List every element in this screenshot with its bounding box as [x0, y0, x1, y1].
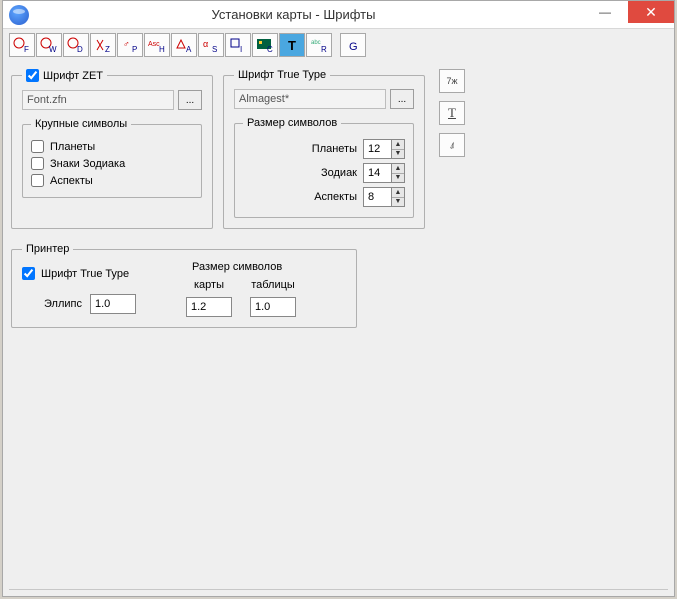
- label-ellipse: Эллипс: [44, 298, 82, 310]
- spinner-planets[interactable]: ▲▼: [363, 139, 405, 159]
- input-tt-font[interactable]: [234, 89, 386, 109]
- input-zet-font[interactable]: [22, 90, 174, 110]
- window-buttons: — ✕: [582, 1, 674, 28]
- toolbar-btn-2[interactable]: W: [36, 33, 62, 57]
- side-btn-1[interactable]: 7ж: [439, 69, 465, 93]
- side-buttons: 7ж T ⍋: [439, 69, 465, 229]
- label-printer-size-header: Размер символов: [192, 261, 282, 273]
- spinner-planets-up[interactable]: ▲: [392, 140, 404, 150]
- checkbox-zodiac[interactable]: [31, 157, 44, 170]
- input-table[interactable]: [250, 297, 296, 317]
- label-zodiac: Знаки Зодиака: [50, 158, 125, 170]
- toolbar-btn-1[interactable]: F: [9, 33, 35, 57]
- group-font-truetype: Шрифт True Type ... Размер символов План…: [223, 69, 425, 229]
- svg-text:F: F: [24, 45, 29, 54]
- input-karta[interactable]: [186, 297, 232, 317]
- content-area: Шрифт ZET ... Крупные символы Планеты Зн…: [3, 61, 674, 336]
- group-size-symbols: Размер символов Планеты ▲▼ Зодиак ▲▼: [234, 117, 414, 218]
- input-size-aspects[interactable]: [363, 187, 391, 207]
- svg-text:A: A: [186, 45, 192, 54]
- label-size-zodiac: Зодиак: [321, 167, 357, 179]
- legend-large-symbols: Крупные символы: [31, 118, 131, 130]
- toolbar-btn-text-active[interactable]: T: [279, 33, 305, 57]
- svg-text:Asc: Asc: [148, 41, 160, 48]
- footer-border: [9, 589, 668, 590]
- group-large-symbols: Крупные символы Планеты Знаки Зодиака Ас…: [22, 118, 202, 198]
- spinner-aspects-down[interactable]: ▼: [392, 198, 404, 207]
- minimize-button[interactable]: —: [582, 1, 628, 23]
- label-size-aspects: Аспекты: [314, 191, 357, 203]
- legend-font-zet-label: Шрифт ZET: [43, 70, 103, 82]
- toolbar: F W D Z ♂P AscH A αS I C T abcR G: [3, 29, 674, 61]
- checkbox-aspects[interactable]: [31, 174, 44, 187]
- toolbar-btn-g[interactable]: G: [340, 33, 366, 57]
- svg-text:G: G: [349, 41, 358, 53]
- input-size-zodiac[interactable]: [363, 163, 391, 183]
- group-font-zet: Шрифт ZET ... Крупные символы Планеты Зн…: [11, 69, 213, 229]
- legend-size-symbols: Размер символов: [243, 117, 341, 129]
- group-printer: Принтер Шрифт True Type Эллипс Размер си…: [11, 243, 357, 328]
- svg-text:Z: Z: [105, 45, 110, 54]
- input-ellipse[interactable]: [90, 294, 136, 314]
- toolbar-btn-3[interactable]: D: [63, 33, 89, 57]
- label-aspects: Аспекты: [50, 175, 93, 187]
- svg-text:C: C: [267, 45, 273, 54]
- checkbox-font-zet[interactable]: [26, 69, 39, 82]
- input-size-planets[interactable]: [363, 139, 391, 159]
- toolbar-btn-4[interactable]: Z: [90, 33, 116, 57]
- spinner-aspects[interactable]: ▲▼: [363, 187, 405, 207]
- legend-font-truetype: Шрифт True Type: [234, 69, 330, 81]
- toolbar-btn-8[interactable]: αS: [198, 33, 224, 57]
- close-button[interactable]: ✕: [628, 1, 674, 23]
- svg-text:H: H: [159, 45, 165, 54]
- titlebar: Установки карты - Шрифты — ✕: [3, 1, 674, 29]
- label-size-planets: Планеты: [312, 143, 357, 155]
- browse-tt-font-button[interactable]: ...: [390, 89, 414, 109]
- svg-text:abc: abc: [311, 40, 321, 46]
- svg-text:S: S: [212, 45, 217, 54]
- checkbox-printer-tt[interactable]: [22, 267, 35, 280]
- legend-font-zet: Шрифт ZET: [22, 69, 107, 82]
- window-title: Установки карты - Шрифты: [5, 7, 582, 22]
- toolbar-btn-6[interactable]: AscH: [144, 33, 170, 57]
- label-karta: карты: [186, 279, 232, 291]
- svg-text:♂: ♂: [123, 39, 130, 49]
- browse-zet-font-button[interactable]: ...: [178, 90, 202, 110]
- spinner-zodiac[interactable]: ▲▼: [363, 163, 405, 183]
- app-icon: [9, 5, 29, 25]
- spinner-zodiac-down[interactable]: ▼: [392, 174, 404, 183]
- svg-text:D: D: [77, 45, 83, 54]
- svg-text:T: T: [288, 38, 296, 53]
- svg-text:P: P: [132, 45, 137, 54]
- toolbar-btn-12[interactable]: abcR: [306, 33, 332, 57]
- svg-text:I: I: [240, 45, 242, 54]
- label-table: таблицы: [250, 279, 296, 291]
- legend-printer: Принтер: [22, 243, 73, 255]
- spinner-aspects-up[interactable]: ▲: [392, 188, 404, 198]
- svg-text:R: R: [321, 45, 327, 54]
- toolbar-btn-7[interactable]: A: [171, 33, 197, 57]
- side-btn-3[interactable]: ⍋: [439, 133, 465, 157]
- toolbar-btn-5[interactable]: ♂P: [117, 33, 143, 57]
- label-planets: Планеты: [50, 141, 95, 153]
- spinner-planets-down[interactable]: ▼: [392, 150, 404, 159]
- side-btn-2[interactable]: T: [439, 101, 465, 125]
- toolbar-btn-9[interactable]: I: [225, 33, 251, 57]
- svg-text:α: α: [203, 39, 208, 49]
- checkbox-planets[interactable]: [31, 140, 44, 153]
- toolbar-btn-10[interactable]: C: [252, 33, 278, 57]
- label-printer-tt: Шрифт True Type: [41, 268, 129, 280]
- svg-text:W: W: [49, 45, 57, 54]
- spinner-zodiac-up[interactable]: ▲: [392, 164, 404, 174]
- app-window: Установки карты - Шрифты — ✕ F W D Z ♂P …: [2, 0, 675, 597]
